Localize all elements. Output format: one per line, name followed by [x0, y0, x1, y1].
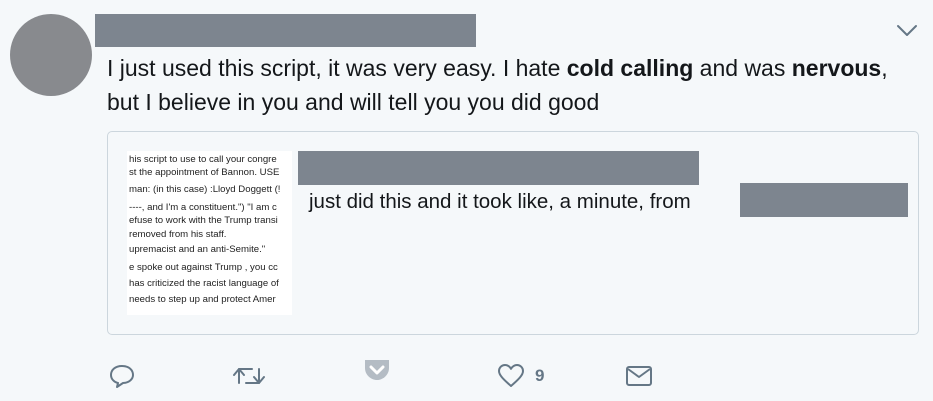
thumbnail-text-line: has criticized the racist language of [129, 278, 279, 289]
thumbnail-text-line: his script to use to call your congre [129, 154, 277, 165]
redacted-author-name [95, 14, 476, 47]
tweet-text-segment: I just used this script, it was very eas… [107, 55, 567, 81]
link-card[interactable]: his script to use to call your congre st… [107, 131, 919, 335]
card-description: just did this and it took like, a minute… [309, 190, 691, 213]
mail-icon [626, 366, 652, 386]
heart-icon [498, 364, 524, 387]
retweet-button[interactable] [232, 365, 266, 387]
thumbnail-text-line: e spoke out against Trump , you cc [129, 262, 278, 273]
thumbnail-text-line: st the appointment of Bannon. USE [129, 167, 280, 178]
tweet-actions: 9 [0, 355, 933, 395]
thumbnail-text-line: efuse to work with the Trump transi [129, 215, 278, 226]
retweet-icon [233, 368, 265, 384]
tweet-text: I just used this script, it was very eas… [107, 51, 922, 119]
avatar[interactable] [10, 14, 92, 96]
pocket-button[interactable] [363, 357, 391, 381]
thumbnail-text-line: ----, and I'm a constituent.") "I am c [129, 202, 277, 213]
thumbnail-text-line: removed from his staff. [129, 229, 227, 240]
thumbnail-text-line: man: (in this case) :Lloyd Doggett (! [129, 184, 281, 195]
card-thumbnail: his script to use to call your congre st… [127, 151, 292, 315]
like-count: 9 [535, 365, 545, 385]
thumbnail-text-line: upremacist and an anti-Semite." [129, 244, 266, 255]
thumbnail-text-line: needs to step up and protect Amer [129, 294, 276, 305]
direct-message-button[interactable] [625, 365, 653, 387]
reply-button[interactable] [108, 363, 136, 389]
chevron-down-icon[interactable] [896, 24, 918, 38]
redacted-card-title [298, 151, 699, 185]
tweet-text-bold: cold calling [566, 55, 694, 81]
pocket-icon [365, 360, 389, 380]
reply-icon [110, 365, 134, 388]
like-button[interactable]: 9 [497, 363, 544, 388]
tweet-text-bold: nervous [791, 55, 882, 81]
tweet-text-segment: and was [693, 55, 792, 81]
redacted-card-source [740, 183, 908, 217]
